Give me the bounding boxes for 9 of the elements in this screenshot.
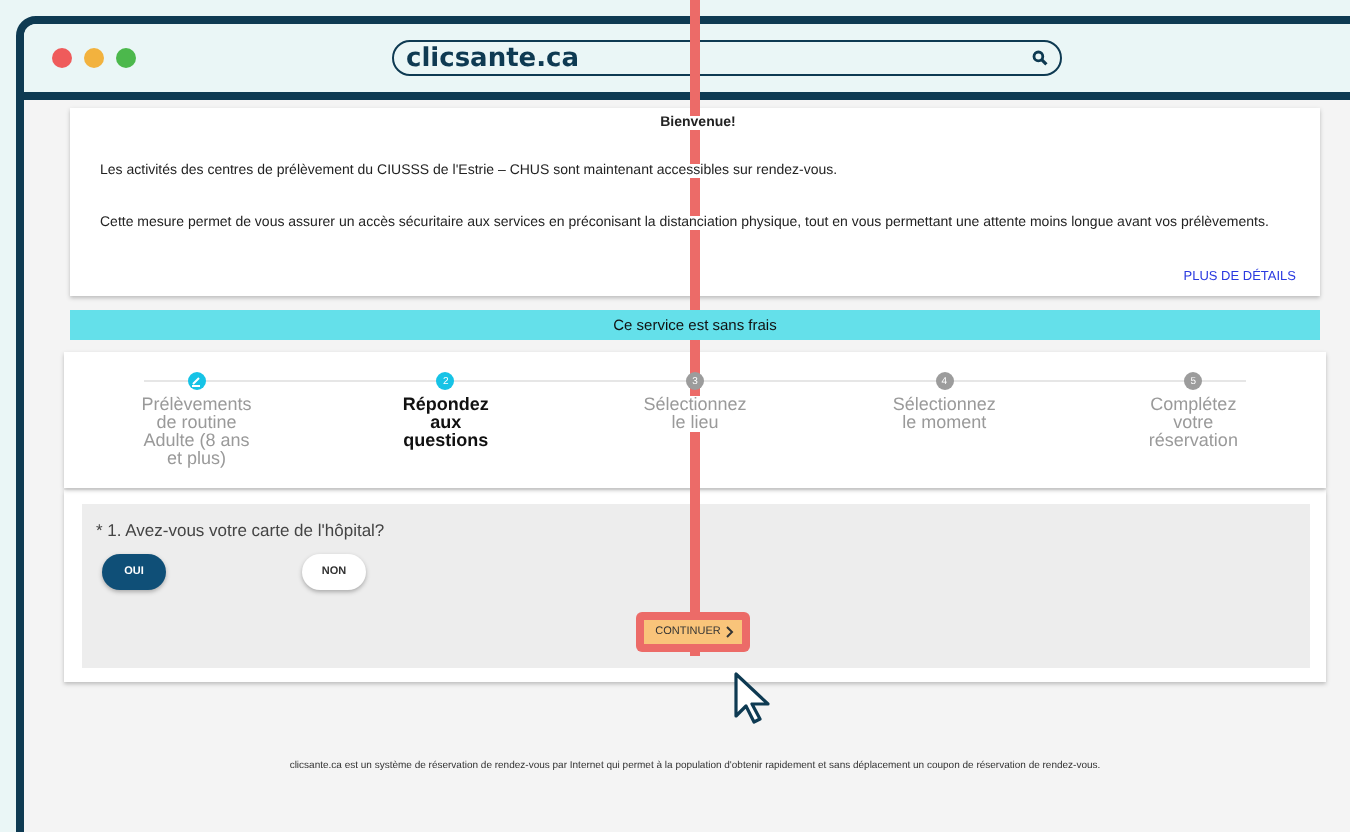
minimize-dot[interactable] xyxy=(84,48,104,68)
maximize-dot[interactable] xyxy=(116,48,136,68)
edit-icon xyxy=(187,372,206,390)
address-bar[interactable]: clicsante.ca xyxy=(392,40,1062,76)
step-label: Prélèvements de routine Adulte (8 ans et plus) xyxy=(138,396,255,468)
close-dot[interactable] xyxy=(52,48,72,68)
chevron-right-icon xyxy=(726,626,735,638)
question-text: * 1. Avez-vous votre carte de l'hôpital? xyxy=(96,520,387,540)
search-icon xyxy=(1032,50,1048,66)
